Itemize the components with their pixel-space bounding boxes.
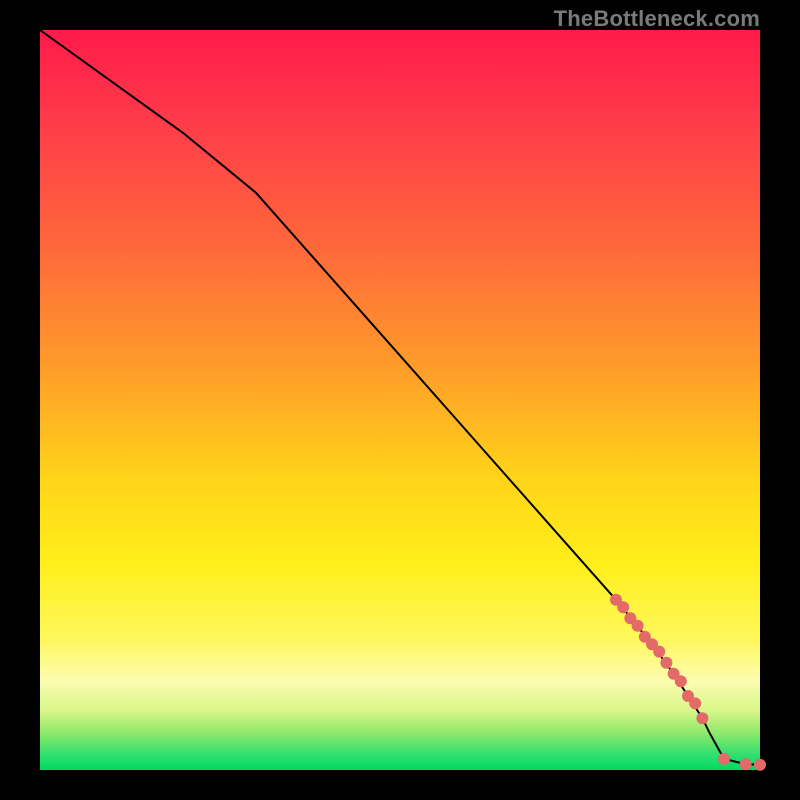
- data-point: [653, 646, 665, 658]
- data-point: [675, 675, 687, 687]
- plot-area: [40, 30, 760, 770]
- chart-points: [610, 594, 766, 771]
- chart-line: [40, 30, 760, 765]
- data-point: [660, 657, 672, 669]
- watermark-text: TheBottleneck.com: [554, 6, 760, 32]
- data-point: [632, 620, 644, 632]
- data-point: [754, 759, 766, 771]
- chart-frame: TheBottleneck.com: [0, 0, 800, 800]
- data-point: [689, 697, 701, 709]
- chart-svg: [40, 30, 760, 770]
- data-point: [617, 601, 629, 613]
- data-point: [696, 712, 708, 724]
- data-point: [740, 758, 752, 770]
- data-point: [718, 753, 730, 765]
